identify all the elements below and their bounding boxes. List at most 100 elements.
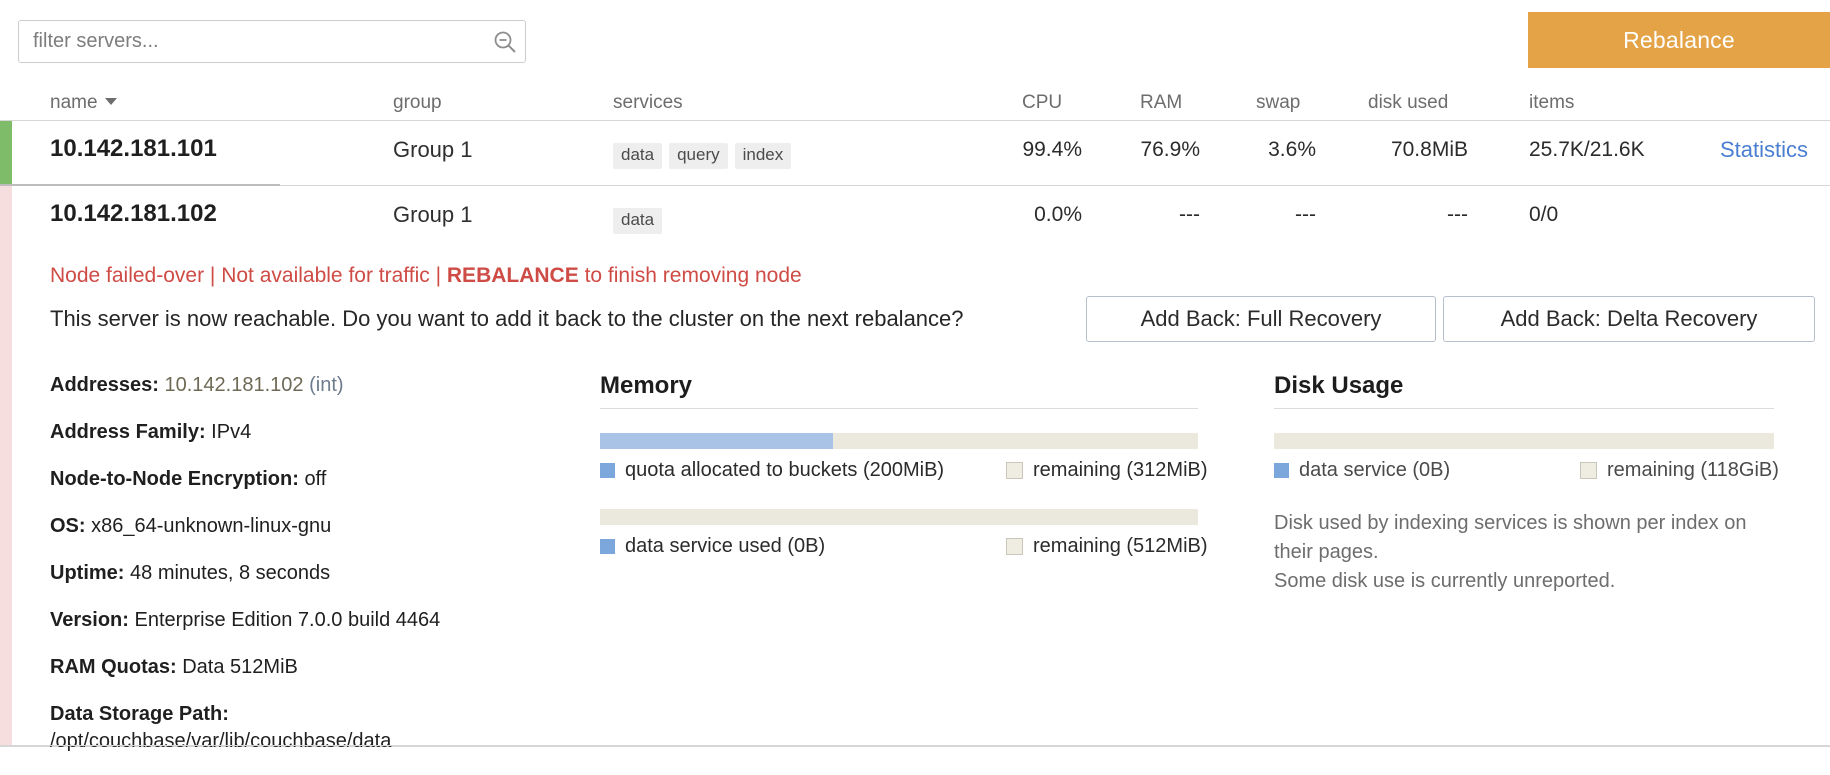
failover-warning: Node failed-over | Not available for tra… xyxy=(0,250,1830,288)
info-data-storage-path-value: /opt/couchbase/var/lib/couchbase/data xyxy=(50,728,520,755)
legend-quota-allocated: quota allocated to buckets (200MiB) xyxy=(600,459,944,482)
column-header-name[interactable]: name xyxy=(50,92,117,114)
toolbar: Rebalance xyxy=(0,0,1830,80)
recovery-actions: This server is now reachable. Do you wan… xyxy=(0,288,1830,360)
legend-disk-data-service: data service (0B) xyxy=(1274,459,1450,482)
legend-swatch-beige-icon xyxy=(1580,462,1597,479)
info-addresses-int: (int) xyxy=(309,374,343,396)
disk-usage-legend: data service (0B) remaining (118GiB) xyxy=(1274,459,1774,487)
services-chips: data xyxy=(613,208,662,234)
node-status-indicator xyxy=(0,186,12,250)
legend-swatch-beige-icon xyxy=(1006,538,1023,555)
cpu-value: 99.4% xyxy=(1022,138,1082,162)
service-chip-data: data xyxy=(613,208,662,234)
memory-data-service-legend: data service used (0B) remaining (512MiB… xyxy=(600,535,1198,563)
info-os-label: OS: xyxy=(50,515,86,537)
info-data-storage-path-label: Data Storage Path: xyxy=(50,703,229,725)
info-uptime: Uptime: 48 minutes, 8 seconds xyxy=(50,560,520,587)
legend-quota-allocated-label: quota allocated to buckets (200MiB) xyxy=(625,459,944,482)
legend-data-service-remaining: remaining (512MiB) xyxy=(1006,535,1208,558)
add-back-full-recovery-button[interactable]: Add Back: Full Recovery xyxy=(1086,296,1436,342)
failover-warning-part2: to finish removing node xyxy=(579,264,802,287)
add-back-delta-recovery-button[interactable]: Add Back: Delta Recovery xyxy=(1443,296,1815,342)
info-address-family: Address Family: IPv4 xyxy=(50,419,520,446)
memory-quota-bar-fill xyxy=(600,433,833,449)
table-header: name group services CPU RAM swap disk us… xyxy=(0,80,1830,121)
disk-usage-note-line2: their pages. xyxy=(1274,538,1774,567)
swap-value: 3.6% xyxy=(1256,138,1316,162)
info-uptime-label: Uptime: xyxy=(50,562,124,584)
filter-servers-box[interactable] xyxy=(18,20,526,63)
info-encryption-value: off xyxy=(304,468,326,490)
disk-usage-panel-title: Disk Usage xyxy=(1274,372,1774,400)
legend-disk-remaining: remaining (118GiB) xyxy=(1580,459,1779,482)
search-icon[interactable] xyxy=(485,29,525,55)
server-name[interactable]: 10.142.181.101 xyxy=(50,135,217,163)
disk-used-value: --- xyxy=(1368,203,1468,227)
server-group: Group 1 xyxy=(393,137,473,163)
info-ram-quotas-value: Data 512MiB xyxy=(182,656,298,678)
column-header-cpu[interactable]: CPU xyxy=(1022,92,1062,114)
info-os: OS: x86_64-unknown-linux-gnu xyxy=(50,513,520,540)
disk-usage-bar xyxy=(1274,433,1774,449)
column-header-name-label: name xyxy=(50,92,98,113)
search-input[interactable] xyxy=(19,21,485,62)
info-ram-quotas: RAM Quotas: Data 512MiB xyxy=(50,654,520,681)
info-version: Version: Enterprise Edition 7.0.0 build … xyxy=(50,607,520,634)
ram-value: 76.9% xyxy=(1140,138,1200,162)
failover-warning-emphasis: REBALANCE xyxy=(447,264,579,287)
legend-disk-data-service-label: data service (0B) xyxy=(1299,459,1450,482)
info-uptime-value: 48 minutes, 8 seconds xyxy=(130,562,330,584)
table-row[interactable]: 10.142.181.102 Group 1 data 0.0% --- ---… xyxy=(0,186,1830,250)
disk-usage-note-line3: Some disk use is currently unreported. xyxy=(1274,567,1774,596)
statistics-link[interactable]: Statistics xyxy=(1720,137,1808,163)
service-chip-data: data xyxy=(613,143,662,169)
node-detail-body: Addresses: 10.142.181.102 (int) Address … xyxy=(0,360,1830,746)
legend-data-service-used: data service used (0B) xyxy=(600,535,825,558)
legend-disk-remaining-label: remaining (118GiB) xyxy=(1607,459,1779,482)
column-header-swap[interactable]: swap xyxy=(1256,92,1300,114)
service-chip-query: query xyxy=(669,143,728,169)
memory-quota-bar xyxy=(600,433,1198,449)
node-status-indicator xyxy=(0,121,12,185)
memory-data-service-bar xyxy=(600,509,1198,525)
swap-value: --- xyxy=(1256,203,1316,227)
column-header-group[interactable]: group xyxy=(393,92,442,114)
info-address-family-label: Address Family: xyxy=(50,421,206,443)
table-row[interactable]: 10.142.181.101 Group 1 data query index … xyxy=(0,121,1830,186)
info-addresses: Addresses: 10.142.181.102 (int) xyxy=(50,372,520,399)
disk-usage-note-line1: Disk used by indexing services is shown … xyxy=(1274,509,1774,538)
info-addresses-label: Addresses: xyxy=(50,374,159,396)
column-header-items[interactable]: items xyxy=(1529,92,1574,114)
service-chip-index: index xyxy=(735,143,792,169)
memory-panel: Memory quota allocated to buckets (200Mi… xyxy=(600,372,1198,585)
info-ram-quotas-label: RAM Quotas: xyxy=(50,656,177,678)
info-addresses-ip: 10.142.181.102 xyxy=(165,374,304,396)
chevron-down-icon xyxy=(105,98,117,105)
node-info-list: Addresses: 10.142.181.102 (int) Address … xyxy=(50,372,520,775)
memory-quota-legend: quota allocated to buckets (200MiB) rema… xyxy=(600,459,1198,487)
failover-warning-part1: Node failed-over | Not available for tra… xyxy=(50,264,447,287)
node-detail-panel: Node failed-over | Not available for tra… xyxy=(0,250,1830,747)
disk-usage-panel-divider xyxy=(1274,408,1774,409)
memory-panel-divider xyxy=(600,408,1198,409)
rebalance-button[interactable]: Rebalance xyxy=(1528,12,1830,68)
services-chips: data query index xyxy=(613,143,791,169)
info-version-label: Version: xyxy=(50,609,129,631)
legend-quota-remaining: remaining (312MiB) xyxy=(1006,459,1208,482)
cpu-value: 0.0% xyxy=(1022,203,1082,227)
disk-used-value: 70.8MiB xyxy=(1368,138,1468,162)
legend-data-service-remaining-label: remaining (512MiB) xyxy=(1033,535,1208,558)
info-data-storage-path: Data Storage Path: /opt/couchbase/var/li… xyxy=(50,701,520,755)
column-header-disk-used[interactable]: disk used xyxy=(1368,92,1448,114)
column-header-ram[interactable]: RAM xyxy=(1140,92,1182,114)
legend-swatch-blue-icon xyxy=(600,539,615,554)
column-header-services[interactable]: services xyxy=(613,92,683,114)
items-value: 0/0 xyxy=(1529,203,1558,227)
info-encryption-label: Node-to-Node Encryption: xyxy=(50,468,299,490)
recovery-question: This server is now reachable. Do you wan… xyxy=(50,306,964,332)
disk-usage-note: Disk used by indexing services is shown … xyxy=(1274,509,1774,596)
memory-panel-title: Memory xyxy=(600,372,1198,400)
server-name[interactable]: 10.142.181.102 xyxy=(50,200,217,228)
items-value: 25.7K/21.6K xyxy=(1529,138,1645,162)
